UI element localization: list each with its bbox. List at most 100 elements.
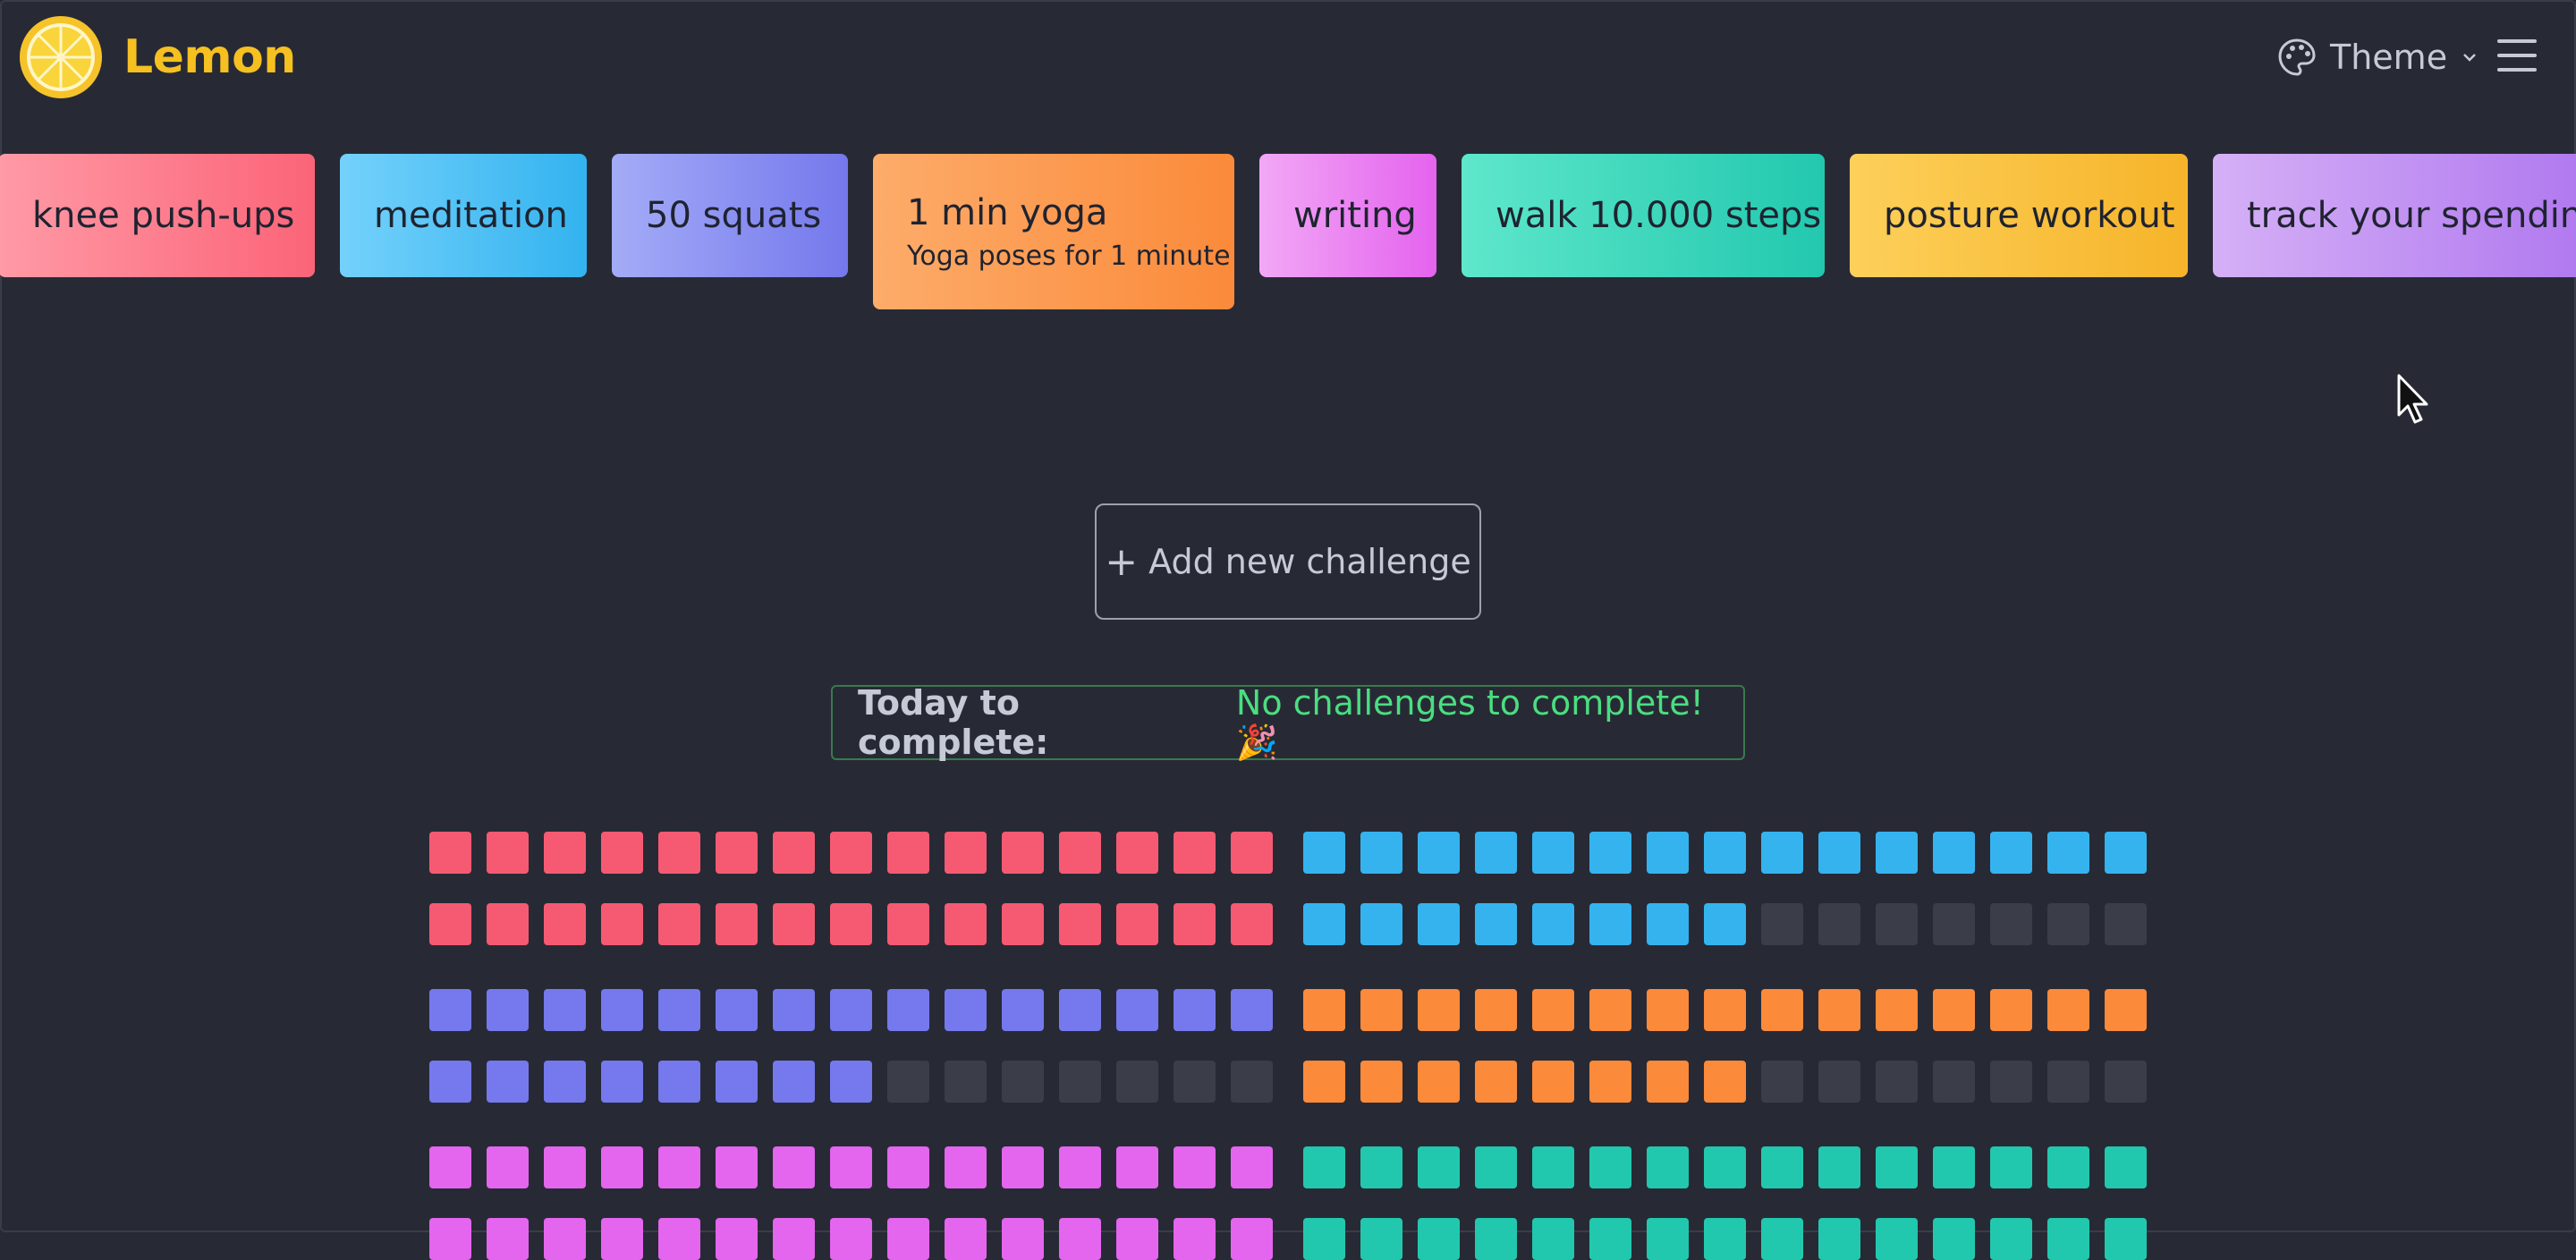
progress-cell-empty[interactable] <box>2047 903 2089 945</box>
progress-cell-done[interactable] <box>887 1146 929 1188</box>
progress-cell-done[interactable] <box>773 989 815 1031</box>
progress-cell-done[interactable] <box>1589 989 1631 1031</box>
progress-cell-done[interactable] <box>2047 1218 2089 1260</box>
progress-cell-done[interactable] <box>1761 1146 1803 1188</box>
progress-cell-done[interactable] <box>945 903 987 945</box>
challenge-card[interactable]: writing <box>1259 154 1436 277</box>
progress-cell-done[interactable] <box>1704 1061 1746 1103</box>
progress-cell-empty[interactable] <box>1933 1061 1975 1103</box>
progress-cell-done[interactable] <box>1360 1061 1402 1103</box>
progress-cell-done[interactable] <box>945 989 987 1031</box>
progress-cell-done[interactable] <box>1303 903 1345 945</box>
progress-cell-done[interactable] <box>1002 1218 1044 1260</box>
progress-cell-done[interactable] <box>1303 832 1345 874</box>
progress-cell-empty[interactable] <box>1231 1061 1273 1103</box>
progress-cell-done[interactable] <box>1761 989 1803 1031</box>
progress-cell-done[interactable] <box>1647 1218 1689 1260</box>
progress-cell-done[interactable] <box>1933 1218 1975 1260</box>
progress-cell-done[interactable] <box>1532 1218 1574 1260</box>
progress-cell-empty[interactable] <box>1174 1061 1216 1103</box>
progress-cell-empty[interactable] <box>1116 1061 1158 1103</box>
progress-cell-done[interactable] <box>487 989 529 1031</box>
progress-cell-empty[interactable] <box>2047 1061 2089 1103</box>
progress-cell-done[interactable] <box>773 832 815 874</box>
progress-cell-done[interactable] <box>1990 832 2032 874</box>
progress-cell-done[interactable] <box>1059 1218 1101 1260</box>
progress-cell-done[interactable] <box>487 1061 529 1103</box>
progress-cell-done[interactable] <box>1647 903 1689 945</box>
progress-cell-done[interactable] <box>544 1218 586 1260</box>
progress-cell-done[interactable] <box>1418 903 1460 945</box>
progress-cell-done[interactable] <box>1231 1146 1273 1188</box>
progress-cell-empty[interactable] <box>2105 903 2147 945</box>
progress-cell-done[interactable] <box>487 903 529 945</box>
progress-cell-done[interactable] <box>1990 1218 2032 1260</box>
progress-cell-done[interactable] <box>1360 989 1402 1031</box>
progress-cell-done[interactable] <box>830 1061 872 1103</box>
progress-cell-done[interactable] <box>2047 989 2089 1031</box>
progress-cell-done[interactable] <box>544 832 586 874</box>
progress-cell-done[interactable] <box>1303 1218 1345 1260</box>
progress-cell-done[interactable] <box>544 1146 586 1188</box>
progress-cell-done[interactable] <box>773 1061 815 1103</box>
progress-cell-empty[interactable] <box>1818 1061 1860 1103</box>
progress-cell-done[interactable] <box>1360 903 1402 945</box>
progress-cell-done[interactable] <box>716 903 758 945</box>
progress-cell-done[interactable] <box>1589 832 1631 874</box>
challenge-card[interactable]: track your spending <box>2213 154 2576 277</box>
progress-cell-empty[interactable] <box>1876 1061 1918 1103</box>
progress-cell-done[interactable] <box>1990 989 2032 1031</box>
progress-cell-done[interactable] <box>1174 989 1216 1031</box>
challenge-card-selected[interactable]: 1 min yoga Yoga poses for 1 minute <box>873 154 1234 309</box>
progress-cell-done[interactable] <box>601 1061 643 1103</box>
progress-cell-done[interactable] <box>1704 989 1746 1031</box>
progress-cell-done[interactable] <box>1002 832 1044 874</box>
progress-cell-done[interactable] <box>487 832 529 874</box>
progress-cell-done[interactable] <box>945 1218 987 1260</box>
progress-cell-done[interactable] <box>1360 1218 1402 1260</box>
challenge-card[interactable]: walk 10.000 steps <box>1462 154 1825 277</box>
progress-cell-done[interactable] <box>773 1218 815 1260</box>
progress-cell-done[interactable] <box>887 1218 929 1260</box>
progress-cell-done[interactable] <box>1059 903 1101 945</box>
progress-cell-done[interactable] <box>716 832 758 874</box>
progress-cell-done[interactable] <box>1532 1146 1574 1188</box>
progress-cell-done[interactable] <box>830 1146 872 1188</box>
challenge-card[interactable]: 50 squats <box>612 154 848 277</box>
progress-cell-done[interactable] <box>1059 832 1101 874</box>
theme-dropdown[interactable]: Theme <box>2276 34 2479 80</box>
progress-cell-done[interactable] <box>601 989 643 1031</box>
progress-cell-done[interactable] <box>1876 989 1918 1031</box>
progress-cell-empty[interactable] <box>1818 903 1860 945</box>
progress-cell-done[interactable] <box>1303 1061 1345 1103</box>
progress-cell-done[interactable] <box>773 903 815 945</box>
progress-cell-done[interactable] <box>1418 1146 1460 1188</box>
progress-cell-done[interactable] <box>1876 1218 1918 1260</box>
progress-cell-done[interactable] <box>1647 989 1689 1031</box>
progress-cell-done[interactable] <box>1116 903 1158 945</box>
progress-cell-done[interactable] <box>830 1218 872 1260</box>
progress-cell-empty[interactable] <box>1990 1061 2032 1103</box>
progress-cell-done[interactable] <box>1761 1218 1803 1260</box>
progress-cell-done[interactable] <box>429 903 471 945</box>
progress-cell-done[interactable] <box>1933 832 1975 874</box>
challenge-card[interactable]: meditation <box>340 154 587 277</box>
progress-cell-done[interactable] <box>945 832 987 874</box>
progress-cell-done[interactable] <box>1116 832 1158 874</box>
progress-cell-done[interactable] <box>1475 1146 1517 1188</box>
progress-cell-done[interactable] <box>1231 989 1273 1031</box>
progress-cell-done[interactable] <box>1002 1146 1044 1188</box>
progress-cell-done[interactable] <box>601 1146 643 1188</box>
progress-cell-done[interactable] <box>1818 989 1860 1031</box>
progress-cell-done[interactable] <box>429 1218 471 1260</box>
progress-cell-done[interactable] <box>2105 832 2147 874</box>
progress-cell-done[interactable] <box>1303 1146 1345 1188</box>
progress-cell-done[interactable] <box>429 1061 471 1103</box>
progress-cell-done[interactable] <box>1059 989 1101 1031</box>
progress-cell-done[interactable] <box>2047 832 2089 874</box>
progress-cell-done[interactable] <box>716 1061 758 1103</box>
progress-cell-done[interactable] <box>1231 1218 1273 1260</box>
progress-cell-done[interactable] <box>1231 903 1273 945</box>
progress-cell-done[interactable] <box>830 832 872 874</box>
progress-cell-done[interactable] <box>1059 1146 1101 1188</box>
